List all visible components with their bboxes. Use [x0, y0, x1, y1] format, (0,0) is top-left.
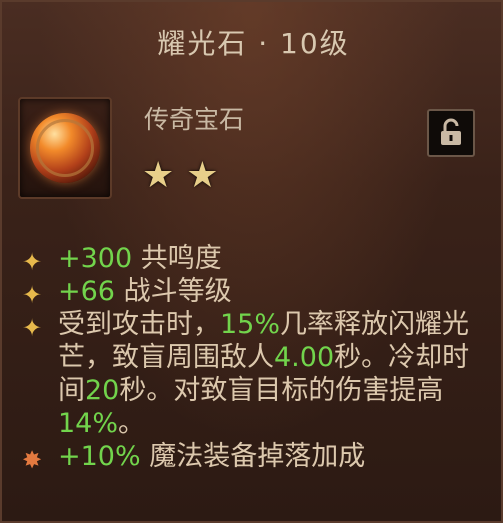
stat-label: 魔法装备掉落加成 — [140, 441, 366, 472]
gem-frame — [18, 97, 112, 199]
effect-text: 秒。对致盲目标的伤害提高 — [119, 375, 444, 406]
stat-magic-find: ✸ +10% 魔法装备掉落加成 — [22, 440, 492, 474]
legendary-gem-icon — [30, 113, 100, 183]
diamond-bullet-icon: ✦ — [22, 314, 43, 342]
stat-value: +66 — [58, 276, 115, 307]
rank-stars: ★ ★ — [142, 158, 219, 194]
unlocked-padlock-icon[interactable] — [427, 109, 475, 157]
stat-value: +300 — [58, 243, 133, 274]
stat-label: 战斗等级 — [114, 276, 232, 307]
stats-list: ✦ +300 共鸣度 ✦ +66 战斗等级 ✦ 受到攻击时，15%几率释放闪耀光… — [22, 242, 492, 474]
stat-resonance: ✦ +300 共鸣度 — [22, 242, 492, 276]
starburst-bullet-icon: ✸ — [22, 446, 43, 474]
effect-text: 。 — [118, 408, 146, 439]
effect-cooldown: 20 — [85, 375, 120, 406]
effect-duration: 4.00 — [274, 342, 335, 373]
stat-label: 共鸣度 — [132, 243, 222, 274]
item-type: 传奇宝石 — [144, 105, 245, 134]
item-title: 耀光石 · 10级 — [157, 27, 350, 60]
stat-combat-level: ✦ +66 战斗等级 — [22, 275, 492, 309]
star-icon: ★ — [186, 155, 219, 196]
stat-effect: ✦ 受到攻击时，15%几率释放闪耀光芒，致盲周围敌人4.00秒。冷却时间20秒。… — [22, 308, 492, 440]
effect-chance: 15% — [220, 309, 281, 340]
effect-damage-bonus: 14% — [58, 408, 119, 439]
item-tooltip: 耀光石 · 10级 传奇宝石 ★ ★ ✦ +300 共鸣度 ✦ +66 战斗等级… — [0, 0, 503, 523]
stat-value: +10% — [58, 441, 141, 472]
star-icon: ★ — [142, 155, 175, 196]
effect-text: 受到攻击时， — [58, 309, 220, 340]
